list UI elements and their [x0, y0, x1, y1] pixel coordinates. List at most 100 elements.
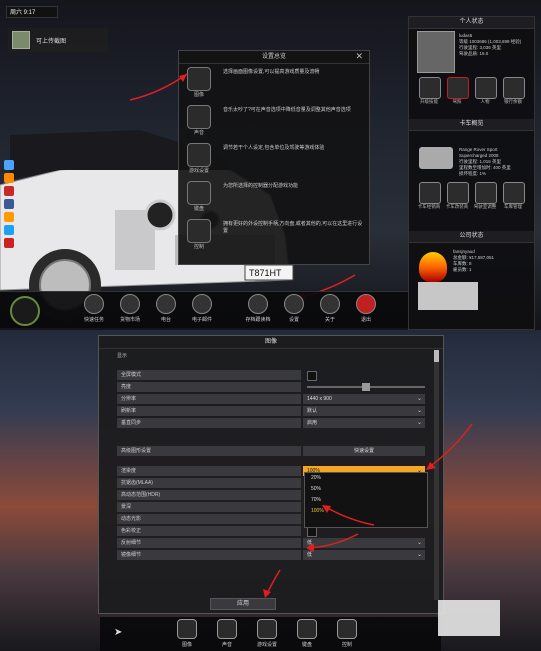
cabin-button[interactable] [475, 182, 497, 204]
vsync-select[interactable]: 启用 ⌄ [303, 418, 425, 428]
setting-label: 亮度 [117, 382, 301, 392]
advanced-header: 高级图形设置 快速设置 [117, 446, 435, 456]
bottom-tab-gameplay[interactable]: 游戏设置 [250, 619, 284, 648]
button-label: 人物 [480, 99, 490, 104]
notice-text: 可上传截图 [36, 38, 67, 45]
truck-tuning-button[interactable] [447, 182, 469, 204]
settings-row-label: 声音 [193, 130, 204, 136]
dropdown-option[interactable]: 20% [305, 473, 427, 484]
profile-title: 个人状态 [409, 17, 534, 29]
skills-button[interactable] [419, 77, 441, 99]
scroll-thumb[interactable] [434, 350, 439, 362]
setting-label: 景深 [117, 502, 301, 512]
bank-button[interactable] [503, 77, 525, 99]
toolbar-label: 存档跟读档 [245, 317, 271, 323]
keyboard-icon [297, 619, 317, 639]
setting-label: 高动态范围(HDR) [117, 490, 301, 500]
truck-line: 损坏程度: 1% [459, 171, 487, 176]
dropdown-option[interactable]: 50% [305, 484, 427, 495]
settings-row-label: 键盘 [193, 206, 204, 212]
settings-row-graphics[interactable]: 图像 选择画面图像设置,可以提高游戏质量及流畅 [187, 65, 363, 101]
bottom-tab-graphics[interactable]: 图像 [170, 619, 204, 648]
steering-wheel-icon [257, 619, 277, 639]
annotation-arrow [129, 73, 188, 101]
tab-label: 图像 [181, 642, 192, 648]
bottom-tab-controls[interactable]: 控制 [330, 619, 364, 648]
profile-line: 驾驶品质: 16.0 [459, 51, 489, 56]
settings-row-desc: 拥有更好的外设控制手柄,方向盘,或者其他的,可以在这里进行设置 [223, 221, 363, 234]
watermark [438, 600, 500, 636]
toolbar-exit[interactable]: 退出 [350, 294, 382, 326]
toolbar-label: 快速任务 [83, 317, 104, 323]
setting-label: 色彩校正 [117, 526, 301, 536]
garage-button[interactable] [503, 182, 525, 204]
bottom-tab-keyboard[interactable]: 键盘 [290, 619, 324, 648]
apply-button[interactable]: 应用 [210, 598, 276, 610]
screenshot-notice[interactable]: 可上传截图 [8, 28, 108, 52]
chevron-down-icon: ⌄ [416, 408, 422, 414]
company-info: fansjnyaud 总金额: ¥17,587,051 车库数: 8 雇员数: … [453, 249, 494, 273]
quick-job-icon [84, 294, 104, 314]
truck-title: 卡车概览 [409, 119, 534, 131]
setting-label: 动态光影 [117, 514, 301, 524]
settings-row-gameplay[interactable]: 游戏设置 调节若干个人设定,包含单位及驾驶等游戏体验 [187, 141, 363, 177]
freight-icon [120, 294, 140, 314]
toolbar-save-load[interactable]: 存档跟读档 [242, 294, 274, 326]
bottom-tab-sound[interactable]: 声音 [210, 619, 244, 648]
company-logo-icon [419, 252, 447, 282]
keyboard-icon [187, 181, 211, 205]
license-button[interactable] [447, 77, 469, 99]
radio-icon [156, 294, 176, 314]
setting-label: 垂直同步 [117, 418, 301, 428]
toolbar-radio[interactable]: 电台 [150, 294, 182, 326]
tab-label: 声音 [221, 642, 232, 648]
slider-handle[interactable] [362, 383, 370, 391]
toolbar-about[interactable]: 关于 [314, 294, 346, 326]
truck-thumbnail [419, 147, 453, 169]
toolbar-freight-market[interactable]: 货物市场 [114, 294, 146, 326]
chevron-down-icon: ⌄ [416, 552, 422, 558]
graphics-title: 图像 [99, 336, 443, 349]
settings-row-keyboard[interactable]: 键盘 为您所选择的控制器分配游戏功能 [187, 179, 363, 215]
toolbar-label: 退出 [360, 317, 371, 323]
setting-vsync[interactable]: 垂直同步 启用 ⌄ [117, 418, 435, 428]
wheel-controller-icon [187, 219, 211, 243]
power-icon [356, 294, 376, 314]
fullscreen-checkbox[interactable] [307, 371, 317, 381]
settings-row-sound[interactable]: 声音 音乐太吵了?可在声音选项中降低音量及调整其他声音选项 [187, 103, 363, 139]
toolbar-email[interactable]: 电子邮件 [186, 294, 218, 326]
settings-row-desc: 选择画面图像设置,可以提高游戏质量及流畅 [223, 69, 320, 75]
setting-reflection[interactable]: 反射细节 低 ⌄ [117, 538, 435, 548]
refresh-select[interactable]: 默认 ⌄ [303, 406, 425, 416]
close-icon[interactable]: ✕ [355, 51, 363, 62]
settings-row-label: 游戏设置 [188, 168, 209, 174]
button-label: 驾驶室调整 [473, 204, 497, 209]
tab-label: 游戏设置 [256, 642, 277, 648]
setting-label: 刷新率 [117, 406, 301, 416]
setting-mirror[interactable]: 镜像细节 低 ⌄ [117, 550, 435, 560]
toolbar-label: 电台 [160, 317, 171, 323]
company-line: 雇员数: 1 [453, 267, 472, 272]
monitor-icon [177, 619, 197, 639]
avatar [417, 31, 455, 73]
company-title: 公司状态 [409, 231, 534, 243]
settings-title: 设置总览 [179, 51, 369, 64]
info-icon [320, 294, 340, 314]
toolbar-settings[interactable]: 设置 [278, 294, 310, 326]
settings-row-controls[interactable]: 控制 拥有更好的外设控制手柄,方向盘,或者其他的,可以在这里进行设置 [187, 217, 363, 253]
resolution-select[interactable]: 1440 x 900 ⌄ [303, 394, 425, 404]
setting-resolution[interactable]: 分辨率 1440 x 900 ⌄ [117, 394, 435, 404]
button-label: 车库管理 [504, 204, 522, 209]
advanced-label: 高级图形设置 [117, 446, 301, 456]
chevron-down-icon: ⌄ [416, 540, 422, 546]
annotation-arrow [263, 569, 281, 598]
truck-dealer-button[interactable] [419, 182, 441, 204]
setting-label: 反射细节 [117, 538, 301, 548]
save-icon [248, 294, 268, 314]
character-button[interactable] [475, 77, 497, 99]
main-toolbar: 快速任务 货物市场 电台 电子邮件 存档跟读档 设置 关于 退出 [0, 291, 408, 328]
setting-label: 分辨率 [117, 394, 301, 404]
quick-settings-button[interactable]: 快速设置 [303, 446, 425, 456]
toolbar-quick-job[interactable]: 快速任务 [78, 294, 110, 326]
setting-refresh-rate[interactable]: 刷新率 默认 ⌄ [117, 406, 435, 416]
